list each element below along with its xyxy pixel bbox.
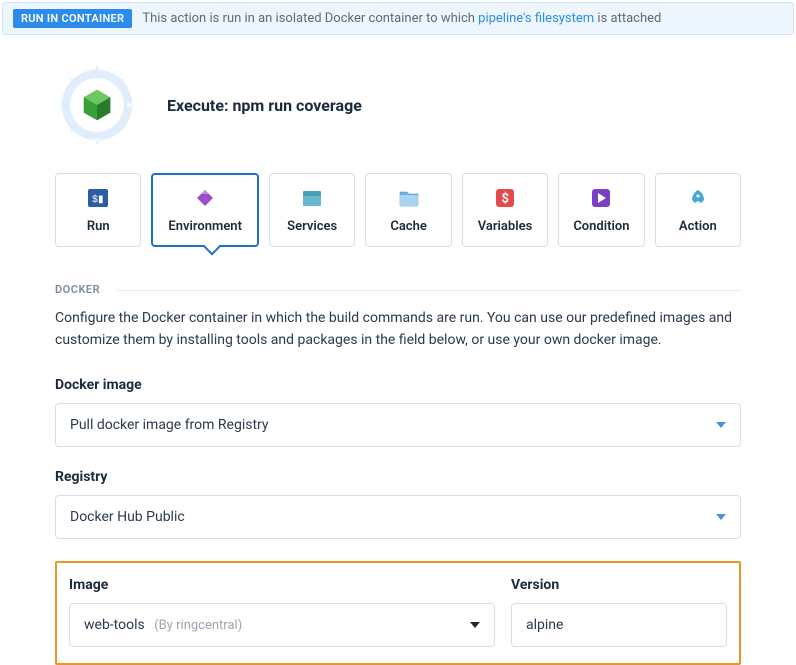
docker-image-value: Pull docker image from Registry bbox=[70, 417, 269, 433]
version-input[interactable] bbox=[511, 603, 727, 647]
pipeline-filesystem-link[interactable]: pipeline's filesystem bbox=[478, 11, 594, 26]
diamond-icon bbox=[194, 187, 216, 209]
registry-label: Registry bbox=[55, 469, 741, 485]
docker-image-field: Docker image Pull docker image from Regi… bbox=[55, 377, 741, 447]
docker-description: Configure the Docker container in which … bbox=[55, 308, 735, 351]
page-title: Execute: npm run coverage bbox=[167, 96, 362, 115]
banner-text: This action is run in an isolated Docker… bbox=[142, 11, 661, 26]
docker-image-select[interactable]: Pull docker image from Registry bbox=[55, 403, 741, 447]
registry-field: Registry Docker Hub Public bbox=[55, 469, 741, 539]
tab-bar: $▮ Run Environment Services Cache $ bbox=[55, 173, 741, 247]
node-gear-icon bbox=[55, 63, 139, 147]
tab-action[interactable]: Action bbox=[655, 173, 741, 247]
image-label: Image bbox=[69, 577, 495, 593]
image-value: web-tools bbox=[84, 617, 145, 633]
image-version-highlight: Image web-tools (By ringcentral) Version bbox=[55, 561, 741, 665]
folder-icon bbox=[398, 187, 420, 209]
registry-value: Docker Hub Public bbox=[70, 509, 185, 525]
svg-text:$▮: $▮ bbox=[92, 194, 104, 206]
tab-services[interactable]: Services bbox=[269, 173, 355, 247]
tab-label: Action bbox=[679, 219, 717, 234]
terminal-icon: $▮ bbox=[87, 187, 109, 209]
svg-text:$: $ bbox=[502, 191, 509, 206]
dollar-icon: $ bbox=[494, 187, 516, 209]
banner-text-after: is attached bbox=[594, 11, 661, 26]
tab-label: Variables bbox=[478, 219, 533, 234]
tab-label: Services bbox=[287, 219, 337, 234]
version-label: Version bbox=[511, 577, 727, 593]
image-select[interactable]: web-tools (By ringcentral) bbox=[69, 603, 495, 647]
registry-select[interactable]: Docker Hub Public bbox=[55, 495, 741, 539]
tab-run[interactable]: $▮ Run bbox=[55, 173, 141, 247]
tab-condition[interactable]: Condition bbox=[558, 173, 644, 247]
chevron-down-icon bbox=[716, 422, 726, 428]
tab-label: Condition bbox=[573, 219, 629, 234]
chevron-down-icon bbox=[716, 514, 726, 520]
tab-cache[interactable]: Cache bbox=[365, 173, 451, 247]
docker-image-label: Docker image bbox=[55, 377, 741, 393]
image-field: Image web-tools (By ringcentral) bbox=[69, 577, 495, 647]
tab-label: Cache bbox=[390, 219, 427, 234]
tab-label: Environment bbox=[168, 219, 242, 234]
tab-environment[interactable]: Environment bbox=[151, 173, 259, 247]
rocket-icon bbox=[687, 187, 709, 209]
box-icon bbox=[301, 187, 323, 209]
container-banner: RUN IN CONTAINER This action is run in a… bbox=[2, 2, 794, 35]
version-field: Version bbox=[511, 577, 727, 647]
image-by-text: (By ringcentral) bbox=[154, 618, 242, 633]
banner-badge: RUN IN CONTAINER bbox=[13, 9, 132, 28]
play-icon bbox=[590, 187, 612, 209]
docker-section-title: DOCKER bbox=[55, 283, 741, 296]
banner-text-before: This action is run in an isolated Docker… bbox=[142, 11, 478, 26]
tab-variables[interactable]: $ Variables bbox=[462, 173, 548, 247]
chevron-down-icon bbox=[470, 622, 480, 628]
page-header: Execute: npm run coverage bbox=[55, 35, 741, 173]
tab-label: Run bbox=[87, 219, 110, 234]
